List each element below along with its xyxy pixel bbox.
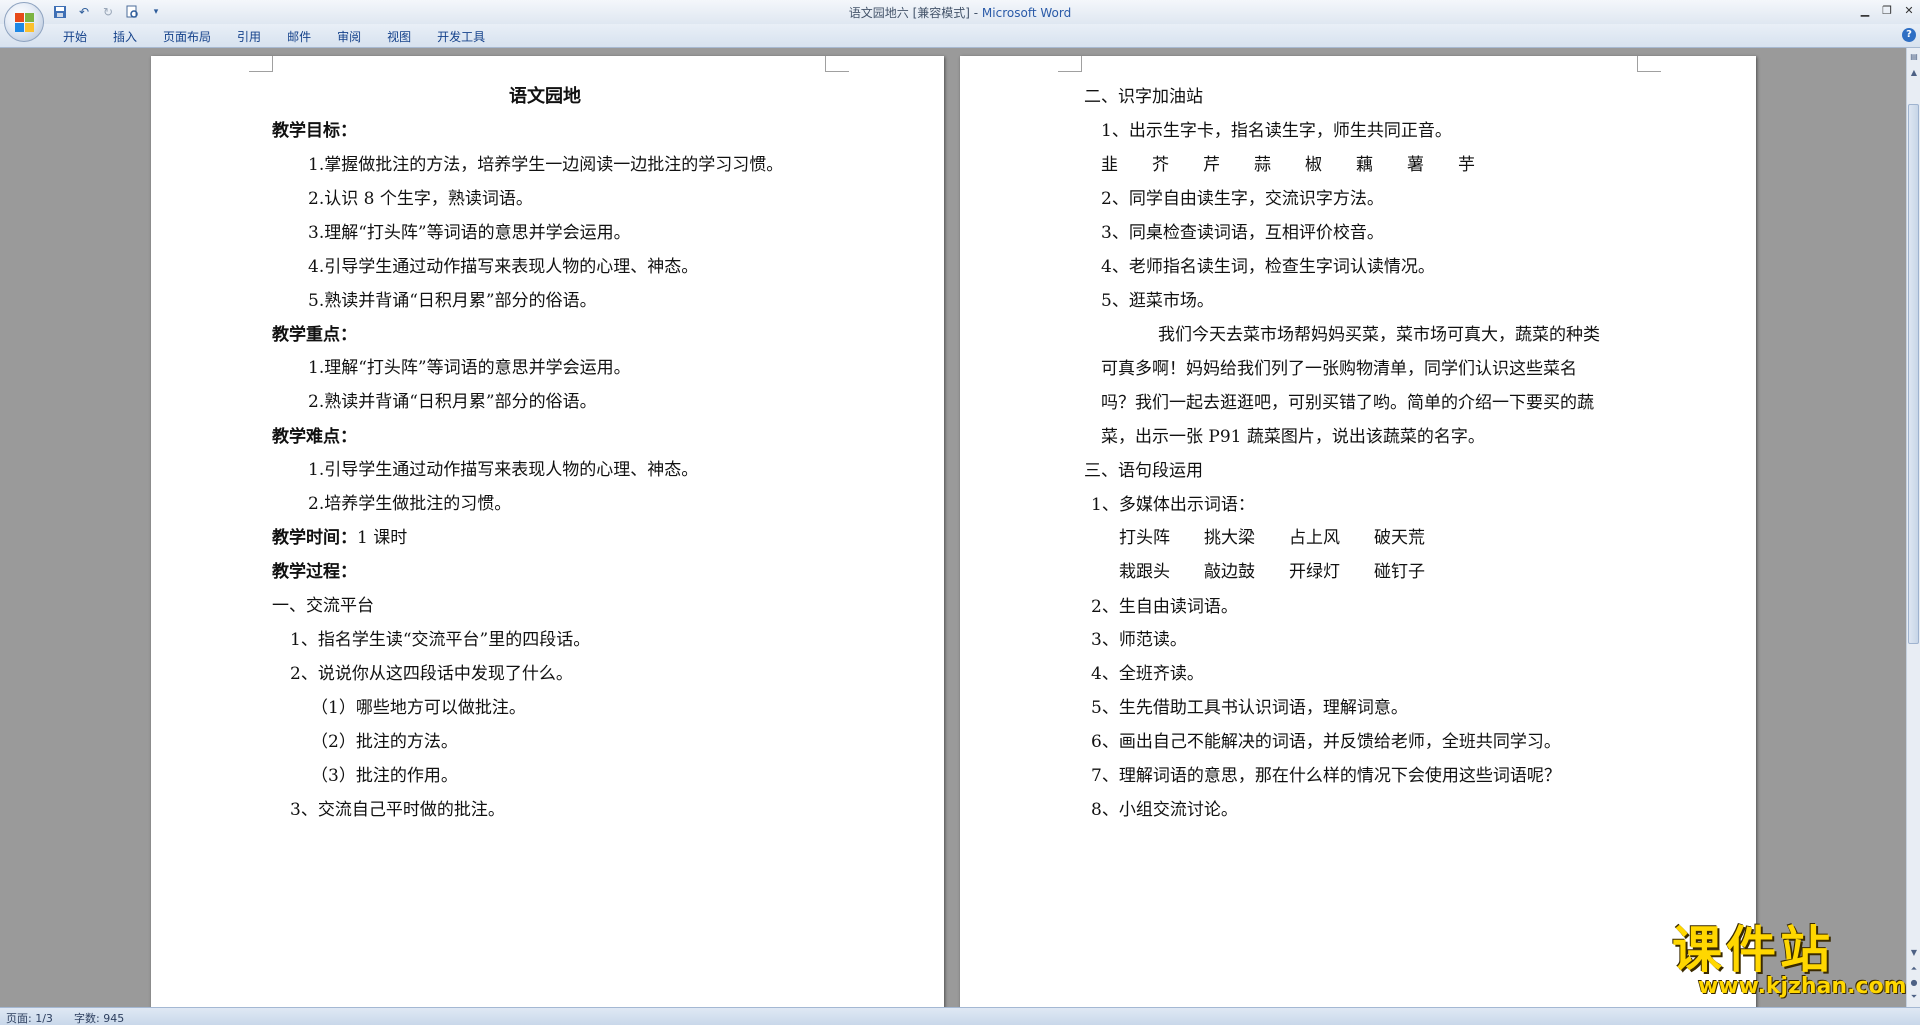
restore-icon[interactable]: ❐	[1876, 0, 1898, 20]
tab-home[interactable]: 开始	[50, 28, 100, 46]
paragraph: 3、同桌检查读词语，互相评价校音。	[1101, 223, 1384, 243]
heading-time: 教学时间：	[272, 528, 357, 548]
paragraph: 1.理解“打头阵”等词语的意思并学会运用。	[308, 358, 631, 378]
office-button[interactable]	[4, 2, 44, 42]
scroll-thumb[interactable]	[1908, 104, 1919, 644]
ruler-toggle-icon[interactable]: ▤	[1907, 50, 1920, 64]
paragraph: 5.熟读并背诵“日积月累”部分的俗语。	[308, 291, 597, 311]
close-icon[interactable]: ✕	[1898, 0, 1920, 20]
tab-insert[interactable]: 插入	[100, 28, 150, 46]
section-heading: 一、交流平台	[272, 596, 374, 616]
paragraph: 1.掌握做批注的方法，培养学生一边阅读一边批注的学习习惯。	[308, 155, 784, 175]
section-heading: 三、语句段运用	[1084, 461, 1203, 481]
paragraph: （3）批注的作用。	[311, 766, 458, 786]
ribbon: 开始 插入 页面布局 引用 邮件 审阅 视图 开发工具 ?	[0, 24, 1920, 48]
tab-references[interactable]: 引用	[224, 28, 274, 46]
heading-process: 教学过程：	[272, 562, 357, 582]
paragraph: 2、同学自由读生字，交流识字方法。	[1101, 189, 1384, 209]
tab-mailings[interactable]: 邮件	[274, 28, 324, 46]
paragraph: 吗？我们一起去逛逛吧，可别买错了哟。简单的介绍一下要买的蔬	[1101, 393, 1594, 413]
next-page-icon[interactable]: ⏷	[1907, 990, 1920, 1004]
paragraph: 1、多媒体出示词语：	[1091, 495, 1255, 515]
paragraph: 1.引导学生通过动作描写来表现人物的心理、神态。	[308, 460, 699, 480]
page-indicator[interactable]: 页面: 1/3	[6, 1010, 53, 1025]
word-count[interactable]: 字数: 945	[74, 1010, 124, 1025]
heading-objectives: 教学目标：	[272, 121, 357, 141]
paragraph: 3、交流自己平时做的批注。	[290, 800, 505, 820]
time-value: 1 课时	[357, 528, 408, 548]
watermark-url: www.kjzhan.com	[1698, 974, 1907, 999]
help-icon[interactable]: ?	[1902, 28, 1916, 42]
paragraph: 3.理解“打头阵”等词语的意思并学会运用。	[308, 223, 631, 243]
margin-mark	[825, 56, 849, 72]
paragraph: 2、说说你从这四段话中发现了什么。	[290, 664, 573, 684]
paragraph: （1）哪些地方可以做批注。	[311, 698, 526, 718]
app-name: Microsoft Word	[981, 6, 1072, 20]
paragraph: 5、逛菜市场。	[1101, 291, 1214, 311]
paragraph: 菜，出示一张 P91 蔬菜图片，说出该蔬菜的名字。	[1101, 427, 1485, 447]
vertical-scrollbar[interactable]: ▤ ▲ ▼ ⏶ ● ⏷	[1906, 48, 1920, 1007]
document-title: 语文园地	[509, 86, 581, 107]
window-controls: ▁ ❐ ✕	[1854, 0, 1920, 22]
ribbon-tabs: 开始 插入 页面布局 引用 邮件 审阅 视图 开发工具	[50, 28, 498, 46]
paragraph: 4.引导学生通过动作描写来表现人物的心理、神态。	[308, 257, 699, 277]
paragraph: 2、生自由读词语。	[1091, 597, 1238, 617]
minimize-icon[interactable]: ▁	[1854, 0, 1876, 20]
paragraph: 4、全班齐读。	[1091, 664, 1204, 684]
document-workspace: 语文园地 教学目标： 1.掌握做批注的方法，培养学生一边阅读一边批注的学习习惯。…	[0, 48, 1906, 1007]
office-logo-icon	[15, 13, 35, 33]
paragraph: 8、小组交流讨论。	[1091, 800, 1238, 820]
title-bar: ↶ ↻ ▾ 语文园地六 [兼容模式] - Microsoft Word ▁ ❐ …	[0, 0, 1920, 24]
paragraph: 教学时间：1 课时	[272, 527, 407, 549]
paragraph: 可真多啊！妈妈给我们列了一张购物清单，同学们认识这些菜名	[1101, 359, 1577, 379]
heading-key-points: 教学重点：	[272, 325, 357, 345]
document-page-2[interactable]: 二、识字加油站 1、出示生字卡，指名读生字，师生共同正音。 韭 芥 芹 蒜 椒 …	[960, 56, 1756, 1007]
character-list: 韭 芥 芹 蒜 椒 藕 薯 芋	[1101, 155, 1475, 175]
scroll-down-icon[interactable]: ▼	[1907, 946, 1920, 960]
document-page-1[interactable]: 语文园地 教学目标： 1.掌握做批注的方法，培养学生一边阅读一边批注的学习习惯。…	[151, 56, 944, 1007]
paragraph: 2.熟读并背诵“日积月累”部分的俗语。	[308, 392, 597, 412]
paragraph: 5、生先借助工具书认识词语，理解词意。	[1091, 698, 1408, 718]
scroll-up-icon[interactable]: ▲	[1907, 66, 1920, 80]
word-list: 打头阵 挑大梁 占上风 破天荒	[1119, 528, 1425, 548]
document-title: 语文园地六 [兼容模式] -	[848, 6, 982, 20]
margin-mark	[1058, 56, 1082, 72]
watermark-chinese-text: 课件站	[1672, 921, 1834, 979]
paragraph: 7、理解词语的意思，那在什么样的情况下会使用这些词语呢？	[1091, 766, 1561, 786]
paragraph: 3、师范读。	[1091, 630, 1187, 650]
paragraph: 我们今天去菜市场帮妈妈买菜，菜市场可真大，蔬菜的种类	[1158, 325, 1600, 345]
section-heading: 二、识字加油站	[1084, 87, 1203, 107]
heading-difficulties: 教学难点：	[272, 427, 357, 447]
previous-page-icon[interactable]: ⏶	[1907, 962, 1920, 976]
watermark-logo: 课件站 www.kjzhan.com	[1668, 921, 1907, 1002]
margin-mark	[1637, 56, 1661, 72]
paragraph: 6、画出自己不能解决的词语，并反馈给老师，全班共同学习。	[1091, 732, 1561, 752]
margin-mark	[249, 56, 273, 72]
paragraph: 2.培养学生做批注的习惯。	[308, 494, 512, 514]
tab-developer[interactable]: 开发工具	[424, 28, 498, 46]
tab-view[interactable]: 视图	[374, 28, 424, 46]
word-list: 栽跟头 敲边鼓 开绿灯 碰钉子	[1119, 562, 1425, 582]
tab-review[interactable]: 审阅	[324, 28, 374, 46]
paragraph: 1、指名学生读“交流平台”里的四段话。	[290, 630, 591, 650]
browse-object-icon[interactable]: ●	[1907, 976, 1920, 990]
paragraph: 4、老师指名读生词，检查生字词认读情况。	[1101, 257, 1435, 277]
status-bar: 页面: 1/3 字数: 945	[0, 1007, 1920, 1025]
tab-page-layout[interactable]: 页面布局	[150, 28, 224, 46]
paragraph: （2）批注的方法。	[311, 732, 458, 752]
window-title: 语文园地六 [兼容模式] - Microsoft Word	[0, 4, 1920, 21]
paragraph: 1、出示生字卡，指名读生字，师生共同正音。	[1101, 121, 1452, 141]
paragraph: 2.认识 8 个生字，熟读词语。	[308, 189, 533, 209]
